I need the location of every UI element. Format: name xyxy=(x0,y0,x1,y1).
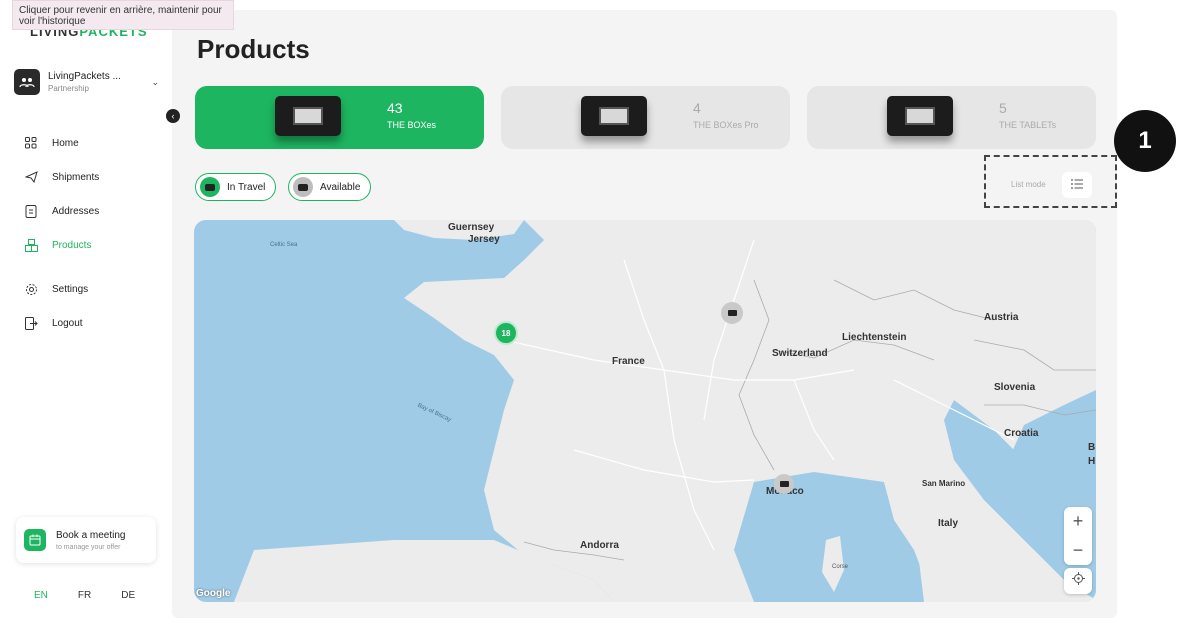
product-card-boxes-pro[interactable]: 4 THE BOXes Pro xyxy=(501,86,790,149)
filter-available[interactable]: Available xyxy=(288,173,372,201)
filter-label: In Travel xyxy=(227,181,266,193)
map-label-italy: Italy xyxy=(938,518,959,529)
zoom-out-button[interactable]: − xyxy=(1064,536,1092,565)
map-label-san-marino: San Marino xyxy=(922,479,966,488)
account-avatar-icon xyxy=(14,69,40,95)
product-count: 4 xyxy=(693,100,701,116)
sidebar-item-home[interactable]: Home xyxy=(24,126,154,160)
cluster-count: 18 xyxy=(501,328,511,338)
back-tooltip: Cliquer pour revenir en arrière, mainten… xyxy=(12,0,234,30)
map-label-liechtenstein: Liechtenstein xyxy=(842,332,907,343)
zoom-in-button[interactable]: + xyxy=(1064,507,1092,536)
map[interactable]: Guernsey Jersey Celtic Sea Bay of Biscay… xyxy=(194,220,1096,602)
map-product-marker[interactable] xyxy=(721,302,743,324)
sidebar-item-logout[interactable]: Logout xyxy=(24,306,154,340)
map-label-andorra: Andorra xyxy=(580,540,619,551)
annotation-badge: 1 xyxy=(1114,110,1176,172)
map-background xyxy=(234,220,1096,602)
book-meeting-card[interactable]: Book a meeting to manage your offer xyxy=(16,517,156,563)
gear-icon xyxy=(24,282,38,296)
box-icon xyxy=(779,481,789,487)
map-label-guernsey: Guernsey xyxy=(448,222,495,233)
lang-de[interactable]: DE xyxy=(121,590,135,601)
sidebar-item-label: Logout xyxy=(52,317,83,329)
account-role: Partnership xyxy=(48,84,89,93)
lang-en[interactable]: EN xyxy=(34,590,48,601)
map-product-marker[interactable] xyxy=(774,474,794,494)
sidebar: LIVINGPACKETS LivingPackets ... Partners… xyxy=(0,0,172,622)
box-icon xyxy=(727,310,737,316)
language-switcher: EN FR DE xyxy=(34,590,135,601)
box-pro-device-image xyxy=(581,96,647,136)
chevron-down-icon: ⌄ xyxy=(151,76,159,87)
map-label-edge-h: H xyxy=(1088,456,1096,467)
tablet-device-image xyxy=(887,96,953,136)
sidebar-item-label: Addresses xyxy=(52,205,100,217)
locate-button[interactable] xyxy=(1064,568,1092,594)
calendar-icon xyxy=(24,529,46,551)
product-count: 43 xyxy=(387,100,403,116)
account-switcher[interactable]: LivingPackets ... Partnership ⌄ xyxy=(14,62,159,102)
box-device-image xyxy=(275,96,341,136)
product-card-tablets[interactable]: 5 THE TABLETs xyxy=(807,86,1096,149)
box-icon xyxy=(24,238,38,252)
logout-icon xyxy=(24,316,38,330)
map-label-slovenia: Slovenia xyxy=(994,382,1036,393)
map-zoom-controls: + − xyxy=(1064,507,1092,565)
plane-icon xyxy=(24,170,38,184)
map-cluster-marker[interactable]: 18 xyxy=(494,321,518,345)
product-label: THE TABLETs xyxy=(999,120,1057,130)
sidebar-item-label: Settings xyxy=(52,283,89,295)
page-title: Products xyxy=(197,34,310,64)
map-label-croatia: Croatia xyxy=(1004,428,1039,439)
map-label-jersey: Jersey xyxy=(468,234,500,245)
sidebar-item-products[interactable]: Products xyxy=(24,228,154,262)
meeting-title: Book a meeting xyxy=(56,529,126,541)
product-card-boxes[interactable]: 43 THE BOXes xyxy=(195,86,484,149)
crosshair-icon xyxy=(1071,572,1085,590)
collapse-sidebar-button[interactable]: ‹ xyxy=(166,109,180,123)
product-label: THE BOXes xyxy=(387,120,437,130)
filter-label: Available xyxy=(320,181,361,193)
product-label: THE BOXes Pro xyxy=(693,120,759,130)
lang-fr[interactable]: FR xyxy=(78,590,91,601)
grid-icon xyxy=(24,136,38,150)
sidebar-item-shipments[interactable]: Shipments xyxy=(24,160,154,194)
sidebar-item-label: Products xyxy=(52,239,92,251)
map-label-edge-b: B xyxy=(1088,442,1096,453)
account-name: LivingPackets ... xyxy=(48,71,121,82)
sidebar-item-label: Home xyxy=(52,137,79,149)
sidebar-item-addresses[interactable]: Addresses xyxy=(24,194,154,228)
annotation-highlight-box xyxy=(984,155,1117,208)
product-count: 5 xyxy=(999,100,1007,116)
box-icon xyxy=(293,177,313,197)
filter-in-travel[interactable]: In Travel xyxy=(195,173,277,201)
address-book-icon xyxy=(24,204,38,218)
sidebar-nav: Home Shipments Addresses Products Settin… xyxy=(24,126,154,340)
map-label-switzerland: Switzerland xyxy=(772,348,828,359)
meeting-subtitle: to manage your offer xyxy=(56,543,121,551)
sidebar-item-settings[interactable]: Settings xyxy=(24,272,154,306)
sidebar-item-label: Shipments xyxy=(52,171,100,183)
map-label-austria: Austria xyxy=(984,312,1019,323)
map-label-corse: Corse xyxy=(832,564,849,570)
box-icon xyxy=(200,177,220,197)
map-label-celtic-sea: Celtic Sea xyxy=(270,242,298,248)
google-attribution: Google xyxy=(196,588,231,599)
map-label-france: France xyxy=(612,356,645,367)
